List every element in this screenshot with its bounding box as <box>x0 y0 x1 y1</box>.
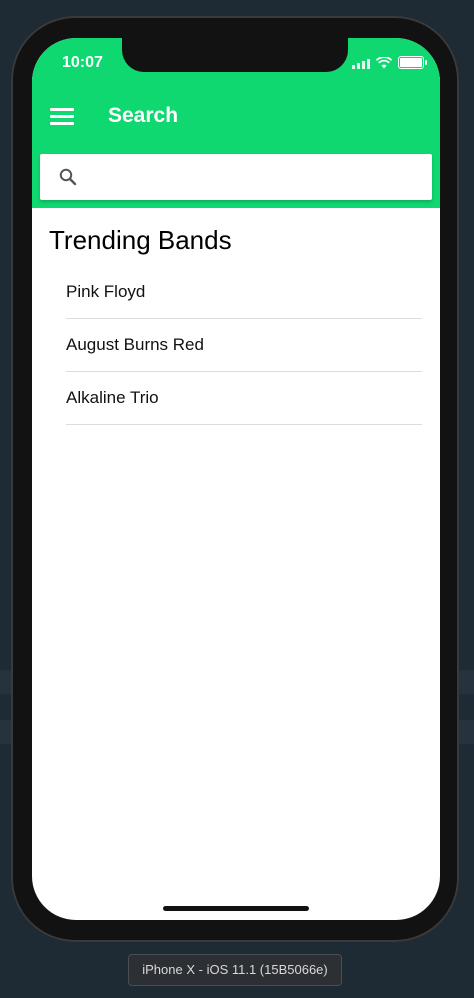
phone-notch <box>122 38 348 72</box>
app-screen: 10:07 Search Trending Bands Pink Floyd A… <box>32 38 440 920</box>
hamburger-menu-icon[interactable] <box>50 108 74 126</box>
band-list: Pink Floyd August Burns Red Alkaline Tri… <box>66 266 422 425</box>
search-input[interactable] <box>90 154 424 202</box>
wifi-icon <box>376 56 392 68</box>
status-icons <box>352 56 427 69</box>
list-item-band[interactable]: Pink Floyd <box>66 266 422 319</box>
signal-icon <box>352 57 370 69</box>
section-title: Trending Bands <box>49 225 232 255</box>
search-bar[interactable] <box>40 154 432 202</box>
status-time: 10:07 <box>62 54 103 71</box>
home-indicator[interactable] <box>163 906 309 911</box>
battery-icon <box>398 56 427 69</box>
simulator-device-label: iPhone X - iOS 11.1 (15B5066e) <box>128 954 342 986</box>
list-item-band[interactable]: Alkaline Trio <box>66 372 422 425</box>
list-item-band[interactable]: August Burns Red <box>66 319 422 372</box>
page-title: Search <box>108 104 179 127</box>
search-icon <box>59 168 77 186</box>
